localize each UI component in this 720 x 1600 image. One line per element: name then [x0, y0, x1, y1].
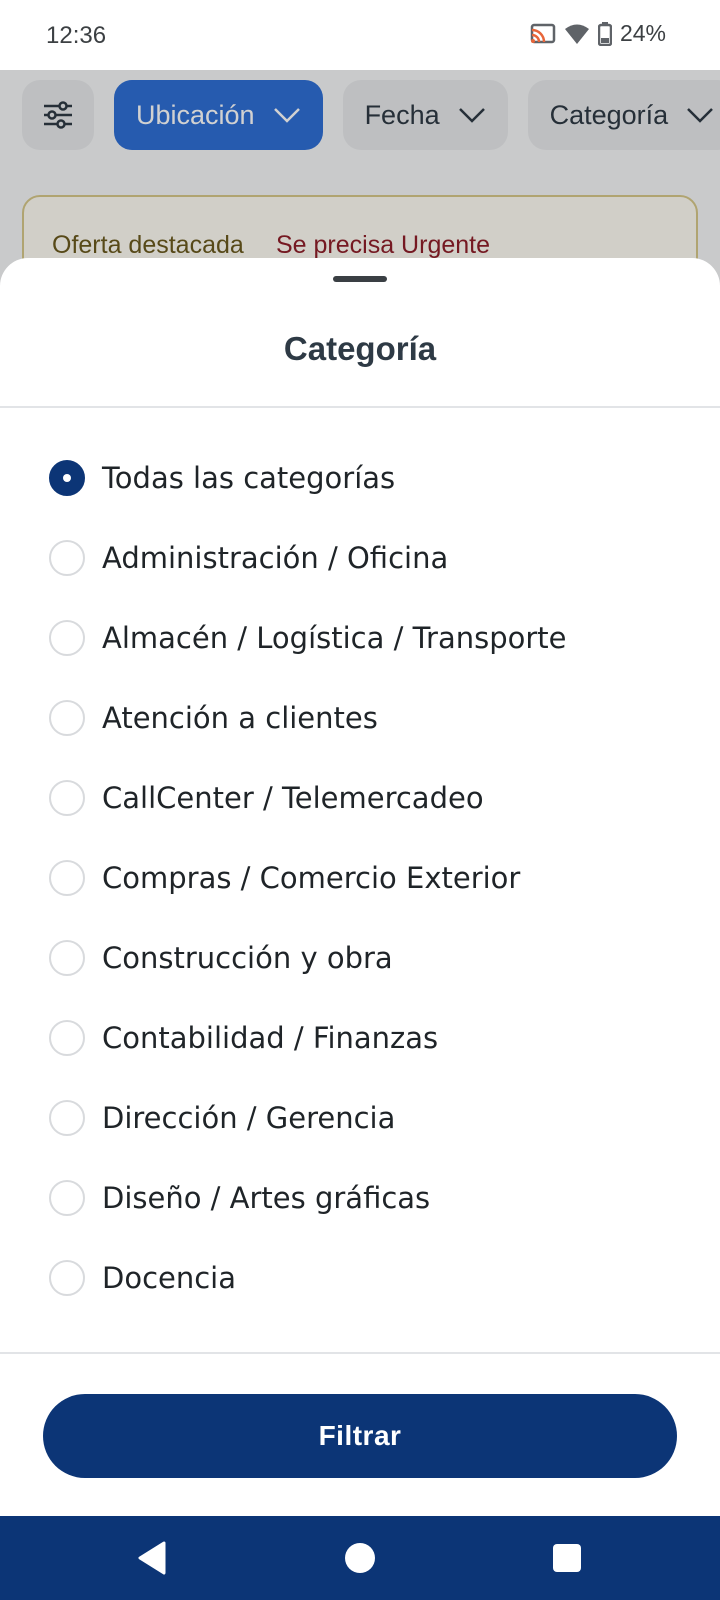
status-time: 12:36: [46, 22, 107, 49]
category-option[interactable]: CallCenter / Telemercadeo: [0, 758, 720, 838]
category-option-label: Almacén / Logística / Transporte: [102, 621, 567, 655]
category-option[interactable]: Administración / Oficina: [0, 518, 720, 598]
radio-button[interactable]: [49, 700, 85, 736]
category-option[interactable]: Todas las categorías: [0, 438, 720, 518]
cast-icon: [530, 23, 556, 43]
status-bar: 12:36 24%: [0, 0, 720, 70]
category-option-label: Diseño / Artes gráficas: [102, 1181, 431, 1215]
home-icon[interactable]: [345, 1543, 375, 1573]
category-options-list[interactable]: Todas las categorías Administración / Of…: [0, 438, 720, 1326]
radio-button-checked[interactable]: [49, 460, 85, 496]
category-option[interactable]: Diseño / Artes gráficas: [0, 1158, 720, 1238]
category-option[interactable]: Contabilidad / Finanzas: [0, 998, 720, 1078]
system-navigation-bar: [0, 1516, 720, 1600]
radio-button[interactable]: [49, 620, 85, 656]
back-icon[interactable]: [136, 1540, 166, 1576]
category-option[interactable]: Compras / Comercio Exterior: [0, 838, 720, 918]
category-option[interactable]: Dirección / Gerencia: [0, 1078, 720, 1158]
sheet-title: Categoría: [283, 330, 437, 367]
divider: [0, 1352, 720, 1354]
category-option-label: Contabilidad / Finanzas: [102, 1021, 439, 1055]
filter-button[interactable]: Filtrar: [43, 1394, 677, 1478]
category-option[interactable]: Almacén / Logística / Transporte: [0, 598, 720, 678]
radio-button[interactable]: [49, 1180, 85, 1216]
radio-button[interactable]: [49, 1020, 85, 1056]
drag-handle[interactable]: [333, 276, 387, 282]
category-option-label: Compras / Comercio Exterior: [102, 861, 521, 895]
radio-button[interactable]: [49, 860, 85, 896]
radio-button[interactable]: [49, 780, 85, 816]
category-option[interactable]: Atención a clientes: [0, 678, 720, 758]
category-option-label: Dirección / Gerencia: [102, 1101, 396, 1135]
category-option-label: Atención a clientes: [102, 701, 378, 735]
radio-button[interactable]: [49, 940, 85, 976]
radio-button[interactable]: [49, 1100, 85, 1136]
radio-button[interactable]: [49, 540, 85, 576]
category-option[interactable]: Construcción y obra: [0, 918, 720, 998]
status-icons: 24%: [530, 20, 666, 47]
radio-button[interactable]: [49, 1260, 85, 1296]
battery-percentage: 24%: [619, 20, 666, 46]
battery-icon: [597, 21, 612, 46]
category-bottom-sheet: Categoría Todas las categorías Administr…: [0, 258, 720, 1516]
category-option[interactable]: Docencia: [0, 1238, 720, 1318]
category-option-label: CallCenter / Telemercadeo: [102, 781, 484, 815]
category-option-partial[interactable]: [0, 1318, 720, 1326]
category-option-label: Todas las categorías: [102, 461, 396, 495]
recents-icon[interactable]: [553, 1544, 581, 1572]
divider: [0, 406, 720, 408]
wifi-icon: [564, 24, 589, 44]
category-option-label: Administración / Oficina: [102, 541, 449, 575]
category-option-label: Docencia: [102, 1261, 237, 1295]
category-option-label: Construcción y obra: [102, 941, 393, 975]
